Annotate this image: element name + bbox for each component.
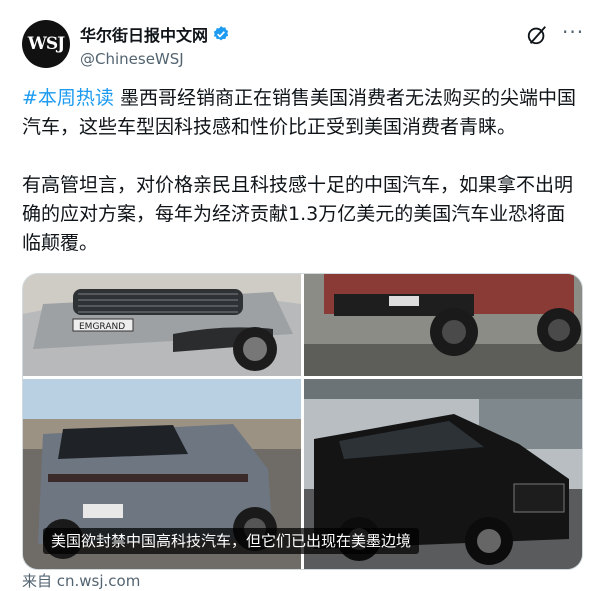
front-plate-text: EMGRAND (79, 322, 125, 332)
photo-front-car[interactable]: EMGRAND (23, 274, 301, 376)
post-paragraph-1: #本周热读 墨西哥经销商正在销售美国消费者无法购买的尖端中国汽车，这些车型因科技… (22, 84, 578, 142)
post-paragraph-2: 有高管坦言，对价格亲民且科技感十足的中国汽车，如果拿不出明确的应对方案，每年为经… (22, 174, 574, 254)
verified-badge-icon (213, 26, 229, 41)
avatar[interactable]: WSJ (22, 20, 70, 68)
media-grid[interactable]: EMGRAND 美国欲封禁中国高科技汽车，但它们已出现在美墨边境 (22, 273, 583, 570)
post-text: #本周热读 墨西哥经销商正在销售美国消费者无法购买的尖端中国汽车，这些车型因科技… (22, 84, 578, 258)
grok-icon[interactable] (526, 24, 548, 46)
author-display-name[interactable]: 华尔街日报中文网 (80, 22, 230, 46)
media-caption: 美国欲封禁中国高科技汽车，但它们已出现在美墨边境 (43, 528, 420, 554)
author-display-name-text[interactable]: 华尔街日报中文网 (80, 22, 208, 46)
photo-pickup-rear[interactable] (304, 274, 582, 376)
source-link[interactable]: 来自 cn.wsj.com (22, 570, 140, 591)
hashtag-link[interactable]: #本周热读 (22, 87, 114, 109)
post-header: WSJ 华尔街日报中文网 @ChineseWSJ ··· (22, 18, 584, 74)
author-handle[interactable]: @ChineseWSJ (80, 50, 230, 68)
more-icon[interactable]: ··· (562, 20, 584, 44)
author-names: 华尔街日报中文网 @ChineseWSJ (80, 22, 230, 68)
